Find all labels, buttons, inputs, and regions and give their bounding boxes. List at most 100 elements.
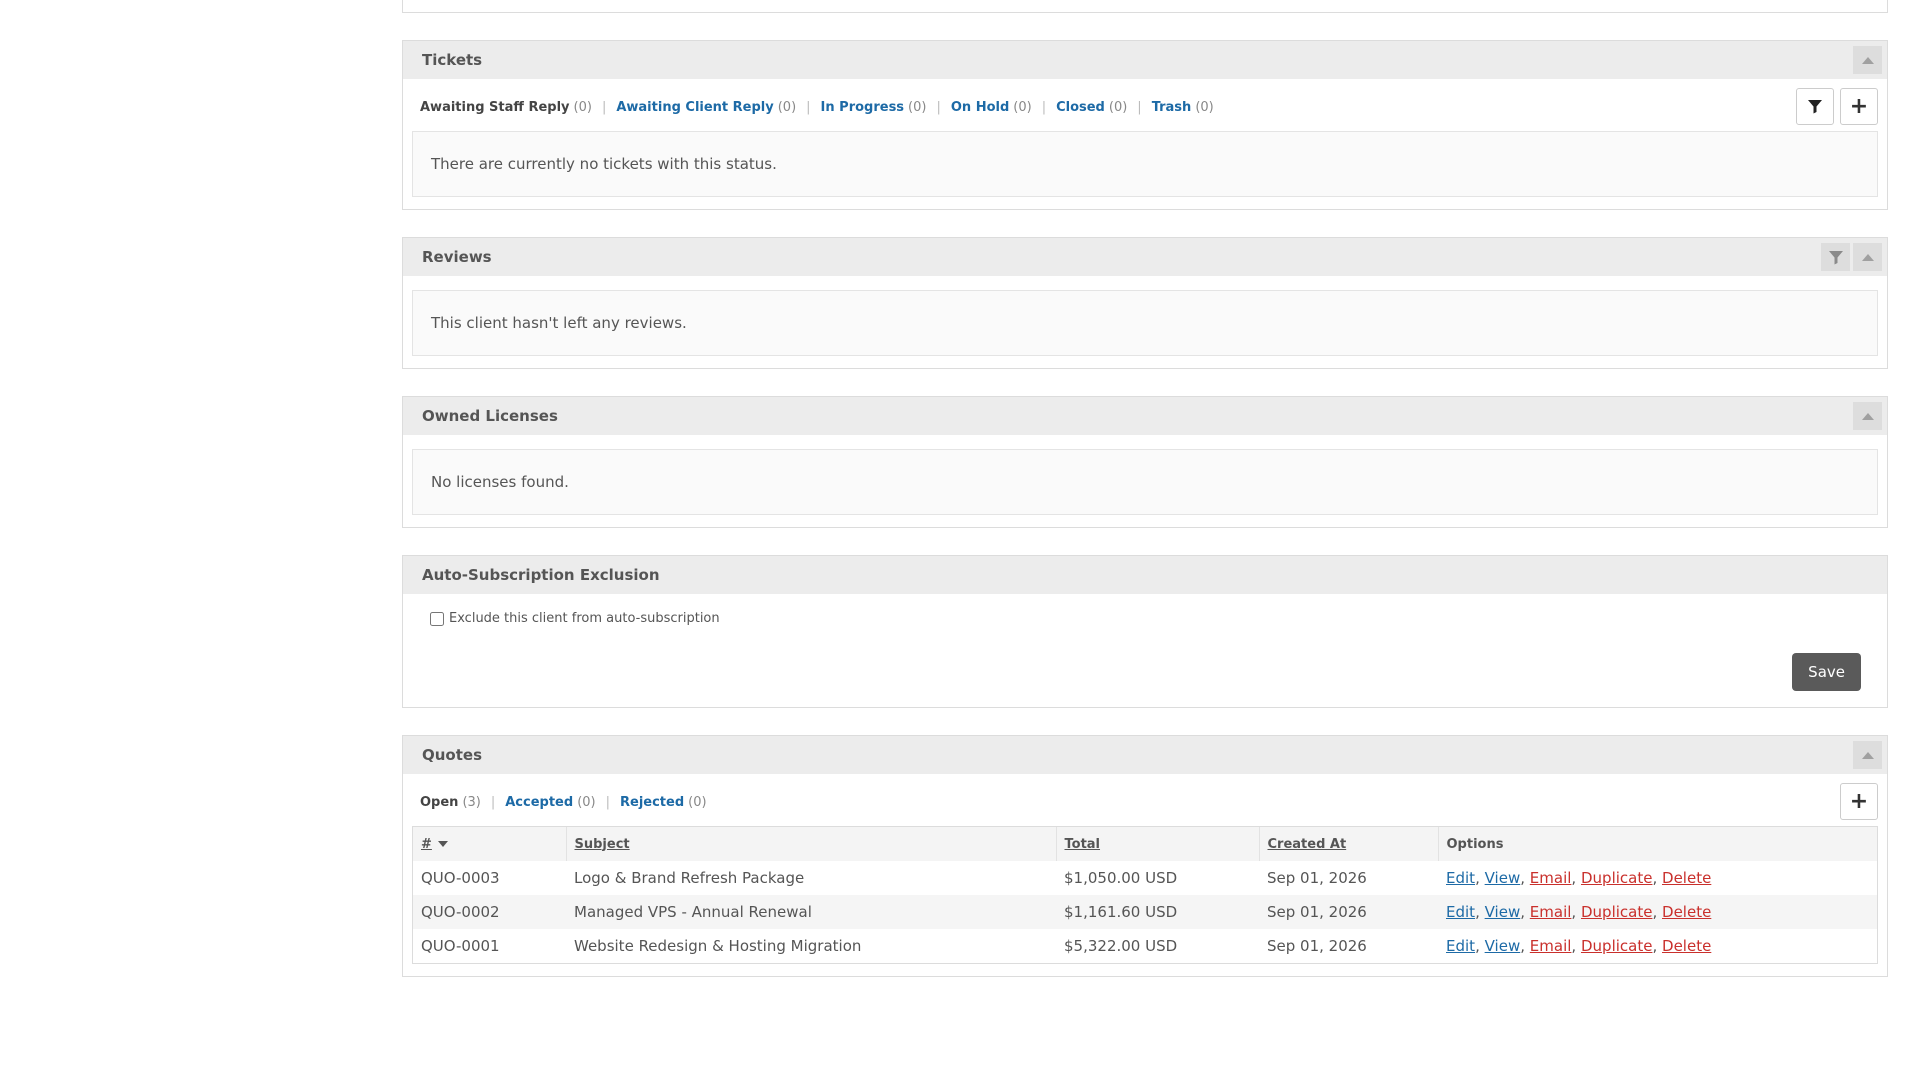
previous-panel-edge: [402, 0, 1888, 13]
tickets-panel-body: Awaiting Staff Reply (0) | Awaiting Clie…: [403, 79, 1887, 209]
reviews-empty-message: This client hasn't left any reviews.: [412, 290, 1878, 356]
quotes-table-header: # Subject Total Created At Options: [413, 827, 1877, 861]
licenses-panel-header: Owned Licenses: [403, 397, 1887, 435]
status-separator: |: [601, 99, 607, 115]
quotes-panel-body: Open (3) | Accepted (0) | Rejected (0) +: [403, 774, 1887, 976]
status-separator: |: [1041, 99, 1047, 115]
quote-created-at: Sep 01, 2026: [1259, 895, 1438, 929]
quote-created-at: Sep 01, 2026: [1267, 869, 1367, 887]
save-button[interactable]: Save: [1792, 653, 1861, 691]
caret-up-icon: [1861, 253, 1874, 261]
delete-link[interactable]: Delete: [1662, 937, 1711, 955]
quote-id: QUO-0003: [421, 869, 500, 887]
email-link[interactable]: Email: [1530, 937, 1572, 955]
table-row: QUO-0001 Website Redesign & Hosting Migr…: [413, 929, 1877, 963]
quotes-panel-header: Quotes: [403, 736, 1887, 774]
licenses-panel: Owned Licenses No licenses found.: [402, 396, 1888, 528]
quotes-table: # Subject Total Created At Options QUO-0…: [413, 827, 1877, 963]
reviews-filter-button[interactable]: [1821, 243, 1850, 271]
quote-status-count: (3): [462, 794, 481, 810]
licenses-header-tools: [1853, 402, 1882, 430]
status-separator: |: [806, 99, 811, 115]
caret-up-icon: [1861, 751, 1874, 759]
tickets-collapse-button[interactable]: [1853, 46, 1882, 74]
table-row: QUO-0002 Managed VPS - Annual Renewal $1…: [413, 895, 1877, 929]
autosub-panel-title: Auto-Subscription Exclusion: [422, 566, 660, 584]
column-header-total[interactable]: Total: [1056, 827, 1260, 861]
reviews-panel-title: Reviews: [422, 248, 492, 266]
ticket-status-on-hold[interactable]: On Hold: [951, 100, 1009, 115]
add-ticket-button[interactable]: +: [1840, 88, 1878, 125]
quotes-collapse-button[interactable]: [1853, 741, 1882, 769]
edit-link[interactable]: Edit: [1446, 869, 1475, 887]
quote-subject: Website Redesign & Hosting Migration: [574, 937, 862, 955]
quote-status-rejected[interactable]: Rejected: [620, 795, 684, 810]
edit-link[interactable]: Edit: [1446, 937, 1475, 955]
quote-status-open[interactable]: Open: [420, 795, 458, 810]
delete-link[interactable]: Delete: [1662, 903, 1711, 921]
edit-link[interactable]: Edit: [1446, 903, 1475, 921]
quote-subject: Managed VPS - Annual Renewal: [566, 895, 1056, 929]
view-link[interactable]: View: [1485, 937, 1521, 955]
ticket-status-in-progress[interactable]: In Progress: [821, 100, 905, 115]
status-separator: |: [936, 99, 941, 115]
ticket-status-count: (0): [1013, 99, 1032, 115]
quote-created-at: Sep 01, 2026: [1267, 937, 1367, 955]
licenses-panel-title: Owned Licenses: [422, 407, 558, 425]
email-link[interactable]: Email: [1530, 869, 1572, 887]
quote-status-count: (0): [688, 794, 707, 810]
caret-down-icon: [437, 841, 448, 847]
ticket-status-count: (0): [1108, 99, 1128, 115]
email-link[interactable]: Email: [1530, 903, 1572, 921]
table-row: QUO-0003 Logo & Brand Refresh Package $1…: [413, 861, 1877, 895]
view-link[interactable]: View: [1485, 869, 1521, 887]
ticket-status-count: (0): [777, 99, 797, 115]
delete-link[interactable]: Delete: [1662, 869, 1711, 887]
tickets-header-tools: [1853, 46, 1882, 74]
ticket-status-count: (0): [908, 99, 927, 115]
quote-options: Edit, View, Email, Duplicate, Delete: [1446, 937, 1712, 955]
column-header-created-at[interactable]: Created At: [1259, 827, 1439, 861]
reviews-panel: Reviews This client hasn't left any revi…: [402, 237, 1888, 369]
quote-total: $5,322.00 USD: [1064, 937, 1178, 955]
duplicate-link[interactable]: Duplicate: [1581, 903, 1652, 921]
tickets-panel-header: Tickets: [403, 41, 1887, 79]
quote-total: $1,050.00 USD: [1064, 869, 1178, 887]
ticket-status-trash[interactable]: Trash: [1152, 100, 1192, 115]
plus-icon: +: [1849, 93, 1869, 119]
caret-up-icon: [1861, 412, 1874, 420]
reviews-collapse-button[interactable]: [1853, 243, 1882, 271]
quote-status-count: (0): [577, 794, 596, 810]
ticket-status-closed[interactable]: Closed: [1056, 100, 1105, 115]
duplicate-link[interactable]: Duplicate: [1581, 937, 1652, 955]
quote-id: QUO-0002: [413, 895, 566, 929]
licenses-collapse-button[interactable]: [1853, 402, 1882, 430]
filter-icon: [1828, 250, 1843, 264]
client-profile-content: Tickets Awaiting Staff Reply (0) | Await…: [402, 0, 1888, 977]
ticket-status-awaiting-client-reply[interactable]: Awaiting Client Reply: [616, 100, 773, 115]
caret-up-icon: [1861, 56, 1874, 64]
status-separator: |: [1137, 99, 1142, 115]
quote-id: QUO-0001: [421, 937, 500, 955]
plus-icon: +: [1849, 788, 1869, 814]
autosub-save-row: Save: [403, 626, 1887, 707]
quote-status-accepted[interactable]: Accepted: [505, 795, 573, 810]
tickets-panel: Tickets Awaiting Staff Reply (0) | Await…: [402, 40, 1888, 210]
ticket-status-awaiting-staff-reply[interactable]: Awaiting Staff Reply: [420, 100, 570, 115]
column-header-number[interactable]: #: [413, 827, 567, 861]
exclude-autosub-checkbox[interactable]: [430, 611, 444, 626]
reviews-panel-header: Reviews: [403, 238, 1887, 276]
reviews-panel-body: This client hasn't left any reviews.: [403, 276, 1887, 368]
view-link[interactable]: View: [1485, 903, 1521, 921]
duplicate-link[interactable]: Duplicate: [1581, 869, 1652, 887]
tickets-filter-button[interactable]: [1796, 88, 1834, 125]
reviews-header-tools: [1821, 243, 1882, 271]
autosub-panel-header: Auto-Subscription Exclusion: [403, 556, 1887, 594]
status-separator: |: [490, 794, 496, 810]
autosub-panel: Auto-Subscription Exclusion Exclude this…: [402, 555, 1888, 708]
column-header-subject[interactable]: Subject: [566, 827, 1057, 861]
quotes-panel-title: Quotes: [422, 746, 483, 764]
add-quote-button[interactable]: +: [1840, 783, 1878, 820]
status-separator: |: [605, 794, 610, 810]
exclude-autosub-label: Exclude this client from auto-subscripti…: [449, 611, 720, 626]
